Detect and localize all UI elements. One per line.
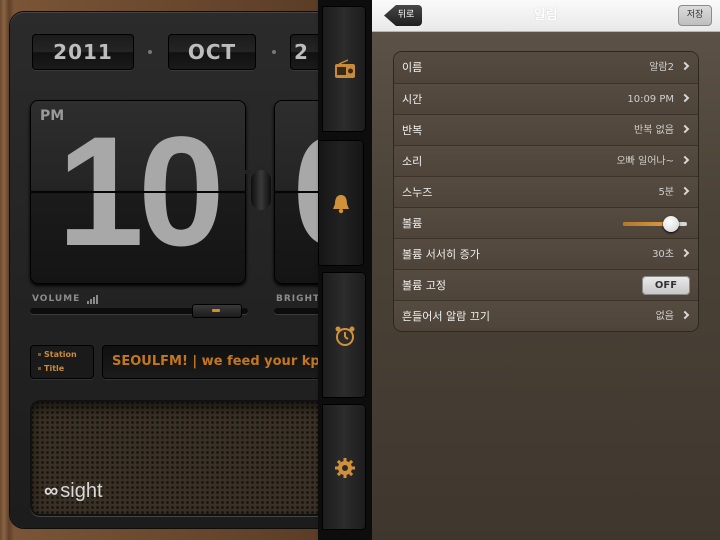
setting-label: 흔들어서 알람 끄기 xyxy=(402,310,490,323)
chevron-right-icon xyxy=(680,124,690,134)
brand-logo: ∞ sight xyxy=(44,480,103,503)
tab-settings[interactable] xyxy=(322,404,366,530)
setting-value: 오빠 일어나~ xyxy=(616,156,674,167)
station-title-pad[interactable]: Station Title xyxy=(30,345,94,379)
setting-row-volume-fade[interactable]: 볼륨 서서히 증가 30초 xyxy=(394,238,698,269)
chevron-right-icon xyxy=(680,248,690,258)
slider-knob[interactable] xyxy=(663,216,679,232)
setting-value: 없음 xyxy=(655,311,674,322)
alarm-settings-panel: 뒤로 알람 저장 이름 알람2 시간 10:09 PM 반복 반복 없음 소리 … xyxy=(372,0,720,540)
gear-icon xyxy=(335,458,355,478)
chevron-right-icon xyxy=(680,155,690,165)
save-button[interactable]: 저장 xyxy=(678,5,712,26)
title-label: Title xyxy=(44,364,65,373)
setting-row-name[interactable]: 이름 알람2 xyxy=(394,52,698,83)
brand-text: sight xyxy=(60,480,103,502)
setting-label: 볼륨 xyxy=(402,217,423,230)
title-row: Title xyxy=(38,364,64,373)
radio-icon xyxy=(335,59,355,78)
date-separator xyxy=(148,50,152,54)
station-ticker: SEOULFM! | we feed your kpop xyxy=(102,345,330,379)
chevron-right-icon xyxy=(680,186,690,196)
page-title: 알람 xyxy=(534,8,558,23)
time-colon xyxy=(245,170,271,210)
setting-label: 볼륨 고정 xyxy=(402,279,446,292)
chevron-right-icon xyxy=(680,310,690,320)
volume-label: VOLUME xyxy=(32,294,81,304)
tab-strip xyxy=(318,0,372,540)
setting-row-sound[interactable]: 소리 오빠 일어나~ xyxy=(394,145,698,176)
setting-label: 소리 xyxy=(402,155,423,168)
volume-slider-knob[interactable] xyxy=(192,304,242,318)
alarm-clock-icon xyxy=(335,326,355,346)
setting-label: 볼륨 서서히 증가 xyxy=(402,248,480,261)
setting-row-shake-off[interactable]: 흔들어서 알람 끄기 없음 xyxy=(394,300,698,331)
chevron-right-icon xyxy=(680,93,690,103)
setting-row-volume: 볼륨 xyxy=(394,207,698,238)
setting-row-snooze[interactable]: 스누즈 5분 xyxy=(394,176,698,207)
alarm-volume-slider[interactable] xyxy=(623,216,687,232)
setting-value: 알람2 xyxy=(649,62,674,73)
setting-row-volume-lock: 볼륨 고정 OFF xyxy=(394,269,698,300)
setting-row-repeat[interactable]: 반복 반복 없음 xyxy=(394,114,698,145)
station-label: Station xyxy=(44,350,77,359)
setting-label: 반복 xyxy=(402,124,423,137)
tab-alarm[interactable] xyxy=(318,140,364,266)
setting-label: 이름 xyxy=(402,61,423,74)
clock-radio-device: 2011 OCT 2 PM 10 0 VOLUME BRIGHT Station… xyxy=(10,12,330,528)
bell-icon xyxy=(333,195,349,214)
navigation-bar: 뒤로 알람 저장 xyxy=(372,0,720,32)
hour-flip-card: PM 10 xyxy=(30,100,246,284)
flip-hinge xyxy=(30,191,246,193)
settings-list: 이름 알람2 시간 10:09 PM 반복 반복 없음 소리 오빠 일어나~ 스… xyxy=(394,52,698,331)
tab-radio[interactable] xyxy=(322,6,366,132)
setting-value: 10:09 PM xyxy=(627,94,674,105)
setting-label: 스누즈 xyxy=(402,186,433,199)
chevron-right-icon xyxy=(680,61,690,71)
setting-value: 5분 xyxy=(658,187,674,198)
brand-mark-icon: ∞ xyxy=(44,480,59,502)
year-display: 2011 xyxy=(32,34,134,70)
brightness-label: BRIGHT xyxy=(276,294,321,304)
setting-row-time[interactable]: 시간 10:09 PM xyxy=(394,83,698,114)
month-display: OCT xyxy=(168,34,256,70)
setting-value: 반복 없음 xyxy=(634,125,674,136)
volume-lock-toggle[interactable]: OFF xyxy=(642,276,690,295)
date-separator xyxy=(272,50,276,54)
setting-value: 30초 xyxy=(652,249,674,260)
setting-label: 시간 xyxy=(402,93,423,106)
station-row: Station xyxy=(38,350,77,359)
tab-alarm-clock[interactable] xyxy=(322,272,366,398)
signal-icon xyxy=(87,294,101,304)
